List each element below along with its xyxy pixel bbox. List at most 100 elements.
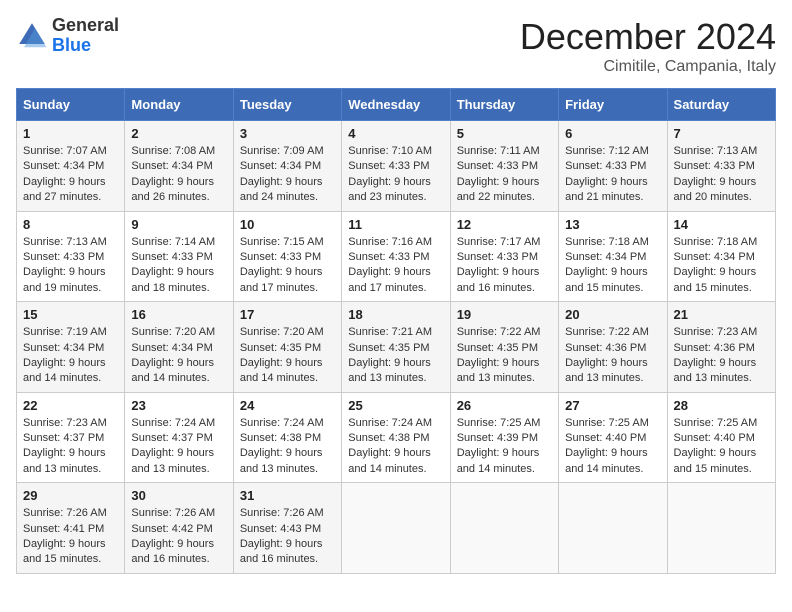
calendar-cell: 12 Sunrise: 7:17 AMSunset: 4:33 PMDayligh… [450,211,558,302]
title-block: December 2024 Cimitile, Campania, Italy [520,16,776,76]
week-row-5: 29Sunrise: 7:26 AMSunset: 4:41 PMDayligh… [17,483,776,574]
day-number: 1 [23,126,118,141]
day-number: 20 [565,307,660,322]
calendar-cell: 15Sunrise: 7:19 AMSunset: 4:34 PMDayligh… [17,302,125,393]
week-row-3: 15Sunrise: 7:19 AMSunset: 4:34 PMDayligh… [17,302,776,393]
calendar-cell: 19Sunrise: 7:22 AMSunset: 4:35 PMDayligh… [450,302,558,393]
day-info: Sunrise: 7:12 AMSunset: 4:33 PMDaylight:… [565,144,660,206]
day-info: Sunrise: 7:16 AMSunset: 4:33 PMDaylight:… [348,235,443,297]
weekday-header-wednesday: Wednesday [342,89,450,121]
calendar-cell: 31Sunrise: 7:26 AMSunset: 4:43 PMDayligh… [233,483,341,574]
logo: General Blue [16,16,119,56]
weekday-header-thursday: Thursday [450,89,558,121]
day-info: Sunrise: 7:09 AMSunset: 4:34 PMDaylight:… [240,144,335,206]
week-row-1: 1 Sunrise: 7:07 AMSunset: 4:34 PMDaylight… [17,121,776,212]
day-info: Sunrise: 7:23 AMSunset: 4:36 PMDaylight:… [674,325,769,387]
weekday-header-tuesday: Tuesday [233,89,341,121]
calendar-cell: 2 Sunrise: 7:08 AMSunset: 4:34 PMDaylight… [125,121,233,212]
day-info: Sunrise: 7:08 AMSunset: 4:34 PMDaylight:… [131,144,226,206]
calendar-cell: 24Sunrise: 7:24 AMSunset: 4:38 PMDayligh… [233,392,341,483]
logo-icon [16,20,48,52]
calendar-cell: 14Sunrise: 7:18 AMSunset: 4:34 PMDayligh… [667,211,775,302]
day-number: 31 [240,488,335,503]
calendar-cell [342,483,450,574]
day-info: Sunrise: 7:22 AMSunset: 4:36 PMDaylight:… [565,325,660,387]
day-number: 22 [23,398,118,413]
day-number: 15 [23,307,118,322]
calendar-body: 1 Sunrise: 7:07 AMSunset: 4:34 PMDaylight… [17,121,776,574]
calendar-cell: 5Sunrise: 7:11 AMSunset: 4:33 PMDaylight… [450,121,558,212]
day-info: Sunrise: 7:10 AMSunset: 4:33 PMDaylight:… [348,144,443,206]
day-info: Sunrise: 7:20 AMSunset: 4:34 PMDaylight:… [131,325,226,387]
weekday-header-friday: Friday [559,89,667,121]
calendar-cell: 8Sunrise: 7:13 AMSunset: 4:33 PMDaylight… [17,211,125,302]
day-number: 3 [240,126,335,141]
day-number: 12 [457,217,552,232]
day-info: Sunrise: 7:24 AMSunset: 4:37 PMDaylight:… [131,416,226,478]
day-number: 11 [348,217,443,232]
day-info: Sunrise: 7:13 AMSunset: 4:33 PMDaylight:… [23,235,118,297]
calendar-cell: 21 Sunrise: 7:23 AMSunset: 4:36 PMDayligh… [667,302,775,393]
calendar-cell: 29Sunrise: 7:26 AMSunset: 4:41 PMDayligh… [17,483,125,574]
day-number: 16 [131,307,226,322]
day-number: 6 [565,126,660,141]
day-number: 2 [131,126,226,141]
day-info: Sunrise: 7:26 AMSunset: 4:41 PMDaylight:… [23,506,118,568]
calendar-cell: 25 Sunrise: 7:24 AMSunset: 4:38 PMDayligh… [342,392,450,483]
calendar-cell: 23 Sunrise: 7:24 AMSunset: 4:37 PMDayligh… [125,392,233,483]
day-number: 30 [131,488,226,503]
calendar-cell [559,483,667,574]
day-info: Sunrise: 7:17 AMSunset: 4:33 PMDaylight:… [457,235,552,297]
day-info: Sunrise: 7:14 AMSunset: 4:33 PMDaylight:… [131,235,226,297]
day-number: 17 [240,307,335,322]
weekday-header-sunday: Sunday [17,89,125,121]
calendar-cell: 4 Sunrise: 7:10 AMSunset: 4:33 PMDaylight… [342,121,450,212]
calendar-cell: 30Sunrise: 7:26 AMSunset: 4:42 PMDayligh… [125,483,233,574]
day-info: Sunrise: 7:25 AMSunset: 4:39 PMDaylight:… [457,416,552,478]
day-info: Sunrise: 7:25 AMSunset: 4:40 PMDaylight:… [674,416,769,478]
week-row-4: 22 Sunrise: 7:23 AMSunset: 4:37 PMDayligh… [17,392,776,483]
day-info: Sunrise: 7:15 AMSunset: 4:33 PMDaylight:… [240,235,335,297]
month-title: December 2024 [520,16,776,58]
calendar-cell: 28 Sunrise: 7:25 AMSunset: 4:40 PMDayligh… [667,392,775,483]
calendar-cell: 10Sunrise: 7:15 AMSunset: 4:33 PMDayligh… [233,211,341,302]
day-number: 23 [131,398,226,413]
day-number: 9 [131,217,226,232]
calendar-cell: 16 Sunrise: 7:20 AMSunset: 4:34 PMDayligh… [125,302,233,393]
day-number: 18 [348,307,443,322]
day-number: 4 [348,126,443,141]
calendar-cell: 22 Sunrise: 7:23 AMSunset: 4:37 PMDayligh… [17,392,125,483]
day-number: 28 [674,398,769,413]
day-info: Sunrise: 7:24 AMSunset: 4:38 PMDaylight:… [348,416,443,478]
calendar-table: SundayMondayTuesdayWednesdayThursdayFrid… [16,88,776,574]
weekday-header-monday: Monday [125,89,233,121]
day-number: 27 [565,398,660,413]
day-info: Sunrise: 7:25 AMSunset: 4:40 PMDaylight:… [565,416,660,478]
calendar-cell: 20 Sunrise: 7:22 AMSunset: 4:36 PMDayligh… [559,302,667,393]
weekday-row: SundayMondayTuesdayWednesdayThursdayFrid… [17,89,776,121]
day-number: 7 [674,126,769,141]
calendar-header: SundayMondayTuesdayWednesdayThursdayFrid… [17,89,776,121]
calendar-cell: 6 Sunrise: 7:12 AMSunset: 4:33 PMDaylight… [559,121,667,212]
logo-text: General Blue [52,16,119,56]
logo-general: General [52,16,119,36]
day-number: 25 [348,398,443,413]
day-info: Sunrise: 7:23 AMSunset: 4:37 PMDaylight:… [23,416,118,478]
calendar-cell: 7 Sunrise: 7:13 AMSunset: 4:33 PMDaylight… [667,121,775,212]
day-info: Sunrise: 7:18 AMSunset: 4:34 PMDaylight:… [674,235,769,297]
day-number: 21 [674,307,769,322]
day-info: Sunrise: 7:07 AMSunset: 4:34 PMDaylight:… [23,144,118,206]
calendar-cell: 11 Sunrise: 7:16 AMSunset: 4:33 PMDayligh… [342,211,450,302]
calendar-cell: 3 Sunrise: 7:09 AMSunset: 4:34 PMDaylight… [233,121,341,212]
calendar-cell: 1 Sunrise: 7:07 AMSunset: 4:34 PMDaylight… [17,121,125,212]
day-number: 5 [457,126,552,141]
calendar-cell: 13Sunrise: 7:18 AMSunset: 4:34 PMDayligh… [559,211,667,302]
logo-blue: Blue [52,36,119,56]
page-header: General Blue December 2024 Cimitile, Cam… [16,16,776,76]
day-info: Sunrise: 7:24 AMSunset: 4:38 PMDaylight:… [240,416,335,478]
day-info: Sunrise: 7:13 AMSunset: 4:33 PMDaylight:… [674,144,769,206]
week-row-2: 8Sunrise: 7:13 AMSunset: 4:33 PMDaylight… [17,211,776,302]
calendar-cell [667,483,775,574]
calendar-cell: 26Sunrise: 7:25 AMSunset: 4:39 PMDayligh… [450,392,558,483]
day-info: Sunrise: 7:21 AMSunset: 4:35 PMDaylight:… [348,325,443,387]
